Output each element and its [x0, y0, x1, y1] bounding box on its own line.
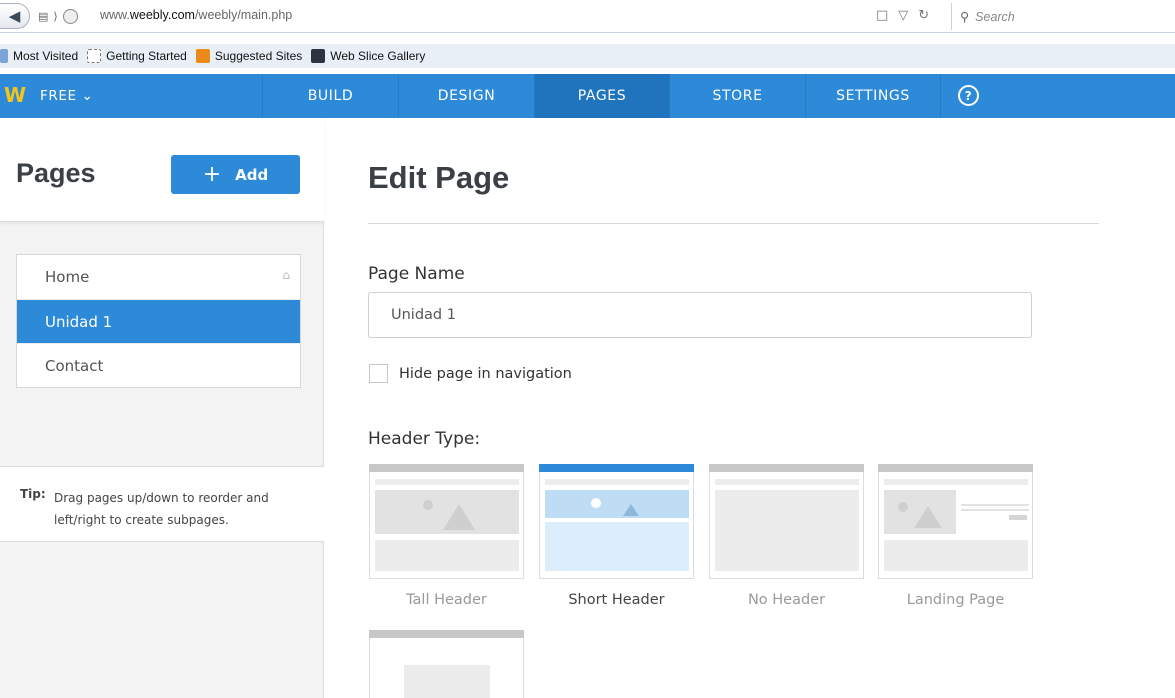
card-nav-strip [715, 479, 859, 485]
page-item-unidad-1[interactable]: Unidad 1 [17, 299, 300, 343]
dropdown-triangle-icon[interactable]: ▽ [898, 8, 908, 23]
card-nav-strip [884, 479, 1028, 485]
header-option-short[interactable] [539, 464, 694, 579]
card-body [404, 665, 490, 698]
image-placeholder-icon [375, 490, 519, 534]
text-line [961, 504, 1029, 506]
most-visited-icon [0, 49, 8, 63]
header-type-label: Header Type: [368, 429, 481, 449]
tab-settings[interactable]: SETTINGS [805, 74, 941, 118]
hide-page-checkbox[interactable] [369, 364, 388, 383]
image-placeholder-icon [545, 490, 689, 518]
image-placeholder-icon [884, 490, 956, 534]
suggested-sites-icon [195, 49, 210, 63]
browser-url-bar: ◀ ▤ ⟩ www.weebly.com/weebly/main.php □ ▽… [0, 0, 1175, 33]
tab-pages[interactable]: PAGES [534, 74, 669, 118]
card-body [375, 540, 519, 571]
header-option-more[interactable] [369, 630, 524, 698]
title-divider [368, 223, 1099, 224]
bookmarks-bar: Most Visited Getting Started Suggested S… [0, 44, 1175, 68]
bookmark-web-slice-gallery[interactable]: Web Slice Gallery [311, 49, 425, 63]
text-line [961, 509, 1029, 511]
mountain-shape [623, 504, 639, 516]
header-caption-none[interactable]: No Header [709, 592, 864, 608]
card-top-bar [369, 464, 524, 472]
sun-shape [423, 500, 433, 510]
card-body [884, 540, 1028, 571]
bookmark-most-visited[interactable]: Most Visited [0, 49, 78, 63]
plus-icon: + [202, 161, 222, 187]
search-icon: ⚲ [960, 10, 970, 24]
back-arrow-icon[interactable]: ◀ [0, 3, 30, 29]
header-caption-short[interactable]: Short Header [539, 592, 694, 608]
card-top-bar [878, 464, 1033, 472]
card-body [545, 522, 689, 571]
tip-box: Tip: Drag pages up/down to reorder and l… [0, 466, 324, 542]
weebly-logo[interactable]: W [4, 83, 27, 107]
card-nav-strip [375, 479, 519, 485]
pages-sidebar: Pages + Add Home ⌂ Unidad 1 Contact Tip:… [0, 118, 324, 698]
sidebar-title: Pages [16, 158, 96, 188]
hide-page-label[interactable]: Hide page in navigation [399, 366, 572, 382]
header-option-landing[interactable] [878, 464, 1033, 579]
home-icon: ⌂ [282, 268, 290, 282]
bookmark-list-icon: ▤ [38, 10, 49, 23]
header-caption-tall[interactable]: Tall Header [369, 592, 524, 608]
search-input[interactable]: ⚲ Search [951, 3, 1175, 30]
tab-store[interactable]: STORE [669, 74, 805, 118]
web-slice-icon [311, 49, 326, 63]
tab-build[interactable]: BUILD [262, 74, 398, 118]
button-shape [1009, 515, 1027, 520]
add-page-button[interactable]: + Add [171, 155, 300, 194]
mountain-shape [914, 506, 942, 528]
top-navigation: W FREE ⌄ BUILD DESIGN PAGES STORE SETTIN… [0, 74, 1175, 118]
tip-label: Tip: [20, 487, 46, 501]
site-identity[interactable]: ▤ ⟩ [38, 9, 78, 24]
reload-icon[interactable]: ↻ [918, 8, 929, 23]
header-option-none[interactable] [709, 464, 864, 579]
sun-shape [898, 502, 908, 512]
page-icon [87, 49, 102, 63]
tip-text: Drag pages up/down to reorder and left/r… [54, 491, 269, 527]
url-field[interactable]: www.weebly.com/weebly/main.php [100, 8, 292, 22]
page-name-input[interactable] [368, 292, 1032, 338]
chevron-right-icon: ⟩ [53, 10, 58, 23]
card-body [715, 490, 859, 571]
url-tools: □ ▽ ↻ [876, 8, 929, 23]
help-icon[interactable]: ? [958, 85, 979, 106]
mountain-shape [443, 504, 475, 530]
header-option-tall[interactable] [369, 464, 524, 579]
header-caption-landing[interactable]: Landing Page [878, 592, 1033, 608]
card-nav-strip [545, 479, 689, 485]
sun-shape [591, 498, 601, 508]
globe-icon [62, 9, 78, 24]
card-top-bar [369, 630, 524, 638]
sidebar-header: Pages + Add [0, 118, 324, 222]
page-list: Home ⌂ Unidad 1 Contact [16, 254, 301, 388]
card-top-bar [539, 464, 694, 472]
bookmark-getting-started[interactable]: Getting Started [87, 49, 187, 63]
page-title: Edit Page [368, 160, 510, 195]
page-item-home[interactable]: Home ⌂ [17, 255, 300, 299]
card-top-bar [709, 464, 864, 472]
bookmark-suggested-sites[interactable]: Suggested Sites [195, 49, 302, 63]
page-name-label: Page Name [368, 264, 465, 284]
page-item-contact[interactable]: Contact [17, 343, 300, 387]
plan-dropdown[interactable]: FREE ⌄ [40, 88, 93, 104]
tab-design[interactable]: DESIGN [398, 74, 534, 118]
reader-view-icon[interactable]: □ [876, 8, 888, 23]
